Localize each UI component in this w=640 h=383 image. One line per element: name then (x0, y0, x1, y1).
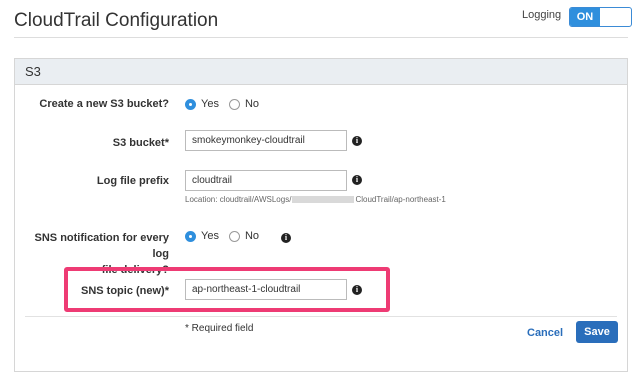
create-bucket-label: Create a new S3 bucket? (39, 98, 169, 110)
sns-topic-input[interactable]: ap-northeast-1-cloudtrail (185, 279, 347, 300)
save-button[interactable]: Save (576, 321, 618, 343)
logging-toggle[interactable]: ON (569, 7, 632, 27)
sns-notify-label-line1: SNS notification for every log (34, 232, 169, 260)
sns-notify-no-label[interactable]: No (245, 230, 259, 242)
cancel-button[interactable]: Cancel (527, 327, 563, 339)
log-location-hint: Location: cloudtrail/AWSLogs/CloudTrail/… (185, 195, 446, 204)
create-bucket-yes-label[interactable]: Yes (201, 98, 219, 110)
log-prefix-input[interactable]: cloudtrail (185, 170, 347, 191)
sns-notify-radio-group: Yes No (185, 230, 269, 242)
log-location-suffix: CloudTrail/ap-northeast-1 (355, 195, 446, 204)
sns-topic-label: SNS topic (new)* (80, 285, 169, 297)
create-bucket-no-radio[interactable] (228, 98, 240, 110)
footer-divider (25, 316, 617, 317)
title-divider (14, 37, 628, 38)
page-title: CloudTrail Configuration (14, 10, 219, 31)
create-bucket-radio-group: Yes No (185, 98, 269, 110)
masked-account-id (292, 196, 355, 204)
s3-bucket-label: S3 bucket* (112, 137, 169, 149)
s3-bucket-input[interactable]: smokeymonkey-cloudtrail (185, 130, 347, 151)
panel-header: S3 (15, 59, 627, 85)
log-location-prefix: Location: cloudtrail/AWSLogs/ (185, 195, 292, 204)
s3-bucket-info-icon[interactable]: i (352, 136, 362, 146)
log-prefix-info-icon[interactable]: i (352, 175, 362, 185)
create-bucket-yes-radio[interactable] (185, 98, 196, 110)
toggle-knob[interactable] (601, 9, 630, 25)
s3-panel: S3 Create a new S3 bucket? Yes No S3 buc… (14, 58, 628, 372)
sns-notify-yes-label[interactable]: Yes (201, 230, 219, 242)
sns-topic-info-icon[interactable]: i (352, 285, 362, 295)
sns-notify-no-radio[interactable] (228, 230, 240, 242)
create-bucket-no-label[interactable]: No (245, 98, 259, 110)
sns-notify-yes-radio[interactable] (185, 230, 196, 242)
logging-label: Logging (522, 9, 562, 21)
log-prefix-label: Log file prefix (96, 175, 169, 187)
required-field-note: * Required field (185, 323, 254, 334)
toggle-on-label: ON (570, 8, 600, 26)
sns-notify-info-icon[interactable]: i (281, 233, 291, 243)
